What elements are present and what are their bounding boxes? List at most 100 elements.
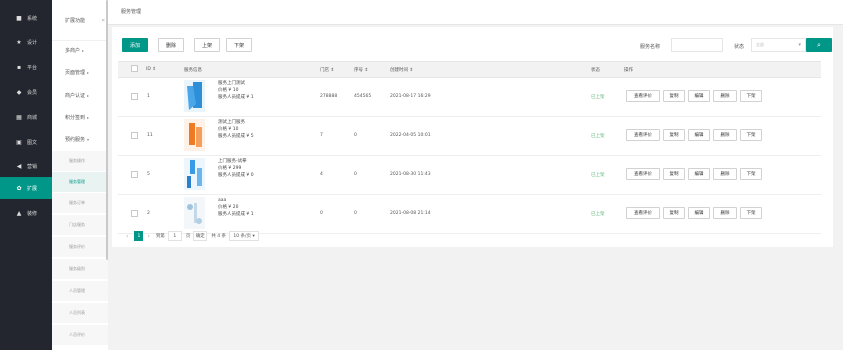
view-reviews-button[interactable]: 查看评价 <box>626 90 660 102</box>
sub-child-service-level[interactable]: 服务级别 <box>52 259 108 279</box>
unshelve-row-button[interactable]: 下架 <box>740 90 762 102</box>
row-created: 2021-08-08 21:14 <box>390 211 431 216</box>
service-info: 上门服务-试拳 价格 ¥ 299 服务人员提成 ¥ 0 <box>218 158 254 179</box>
service-info: 服务上门测试 价格 ¥ 10 服务人员提成 ¥ 1 <box>218 80 254 101</box>
nav-item-article[interactable]: ▣ 图文 <box>0 131 52 153</box>
sub-item-label: 页面管理 <box>65 69 86 76</box>
edit-button[interactable]: 编辑 <box>688 207 710 219</box>
col-sort[interactable]: 序号 ⇕ <box>354 67 368 73</box>
page-1-button[interactable]: 1 <box>134 231 144 241</box>
system-icon: ■ <box>16 14 22 22</box>
table-row: 5 上门服务-试拳 价格 ¥ 299 服务人员提成 ¥ 0 4 0 2021-0… <box>118 155 821 195</box>
sub-child-staff-manage[interactable]: 人员管理 <box>52 281 108 301</box>
row-checkbox[interactable] <box>131 210 138 217</box>
service-name-label: 服务名称 <box>640 44 661 50</box>
next-page-icon[interactable]: › <box>147 233 149 240</box>
sub-child-staff-review[interactable]: 人员评价 <box>52 325 108 345</box>
service-commission: 服务人员提成 ¥ 0 <box>218 173 254 178</box>
delete-button[interactable]: 删除 <box>158 38 184 52</box>
row-sort: 0 <box>354 172 357 177</box>
row-checkbox[interactable] <box>131 171 138 178</box>
view-reviews-button[interactable]: 查看评价 <box>626 129 660 141</box>
sub-item-booking[interactable]: 预约服务 ▾ <box>52 130 108 148</box>
unshelve-row-button[interactable]: 下架 <box>740 129 762 141</box>
shelve-button[interactable]: 上架 <box>194 38 220 52</box>
edit-button[interactable]: 编辑 <box>688 168 710 180</box>
delete-row-button[interactable]: 删除 <box>713 168 737 180</box>
nav-item-platform[interactable]: ▪ 平台 <box>0 56 52 78</box>
nav-item-member[interactable]: ◆ 会员 <box>0 81 52 103</box>
col-sales[interactable]: 门店 ⇕ <box>320 67 334 73</box>
member-icon: ◆ <box>16 88 22 96</box>
goto-confirm-button[interactable]: 确定 <box>193 231 208 241</box>
col-created[interactable]: 创建时间 ⇕ <box>390 67 413 73</box>
nav-label: 商城 <box>27 114 38 121</box>
add-button[interactable]: 添加 <box>122 38 148 52</box>
nav-item-design[interactable]: ★ 设计 <box>0 31 52 53</box>
col-id[interactable]: ID ⇕ <box>146 67 156 72</box>
sub-child-service-manage[interactable]: 服务管理 <box>52 172 108 192</box>
nav-label: 装修 <box>27 210 38 217</box>
sub-child-staff-list[interactable]: 人员列表 <box>52 303 108 323</box>
edit-button[interactable]: 编辑 <box>688 90 710 102</box>
unshelve-button[interactable]: 下架 <box>226 38 252 52</box>
nav-item-mall[interactable]: ▦ 商城 <box>0 106 52 128</box>
goto-label: 到第 <box>155 234 165 239</box>
status-badge: 已上架 <box>591 95 605 100</box>
search-button[interactable]: ⌕ <box>806 38 832 52</box>
delete-row-button[interactable]: 删除 <box>713 207 737 219</box>
collapse-icon[interactable]: « <box>101 17 105 24</box>
status-filter-label: 状态 <box>734 44 745 50</box>
chevron-right-icon: ▸ <box>87 69 90 75</box>
sub-item-auth[interactable]: 商户认证 ▸ <box>52 86 108 104</box>
select-all-checkbox[interactable] <box>131 65 138 72</box>
sub-item-pages[interactable]: 页面管理 ▸ <box>52 63 108 81</box>
table-header: ID ⇕ 服务信息 门店 ⇕ 序号 ⇕ 创建时间 ⇕ 状态 操作 <box>118 61 821 78</box>
breadcrumb: 服务管理 <box>108 0 843 25</box>
delete-row-button[interactable]: 删除 <box>713 90 737 102</box>
row-checkbox[interactable] <box>131 93 138 100</box>
sub-menu-title: 扩展功能 <box>65 17 86 24</box>
sub-item-label: 多商户 <box>65 47 81 54</box>
copy-button[interactable]: 复制 <box>663 207 685 219</box>
sub-child-service-op[interactable]: 服务操作 <box>52 151 108 171</box>
sub-child-store-service[interactable]: 门店服务 <box>52 215 108 235</box>
row-checkbox[interactable] <box>131 132 138 139</box>
col-actions: 操作 <box>624 68 633 73</box>
copy-button[interactable]: 复制 <box>663 129 685 141</box>
sub-item-signin[interactable]: 积分签到 ▸ <box>52 108 108 126</box>
chevron-right-icon: ▸ <box>82 47 85 53</box>
row-sales: 4 <box>320 172 323 177</box>
copy-button[interactable]: 复制 <box>663 90 685 102</box>
view-reviews-button[interactable]: 查看评价 <box>626 168 660 180</box>
sub-child-label: 服务管理 <box>69 179 85 184</box>
delete-row-button[interactable]: 删除 <box>713 129 737 141</box>
sub-child-label: 服务评价 <box>69 244 85 249</box>
page-size-select[interactable]: 10 条/页 ▾ <box>229 231 260 241</box>
nav-item-system[interactable]: ■ 系统 <box>0 7 52 29</box>
nav-item-extend[interactable]: ✿ 扩展 <box>0 177 52 199</box>
nav-item-marketing[interactable]: ◀ 营销 <box>0 155 52 177</box>
service-commission: 服务人员提成 ¥ 1 <box>218 95 254 100</box>
edit-button[interactable]: 编辑 <box>688 129 710 141</box>
prev-page-icon[interactable]: ‹ <box>126 233 128 240</box>
row-sort: 454565 <box>354 94 372 99</box>
sub-item-merchant[interactable]: 多商户 ▸ <box>52 41 108 59</box>
table-row: 1 服务上门测试 价格 ¥ 10 服务人员提成 ¥ 1 278888 45456… <box>118 77 821 117</box>
unshelve-row-button[interactable]: 下架 <box>740 207 762 219</box>
service-commission: 服务人员提成 ¥ 5 <box>218 134 254 139</box>
nav-label: 扩展 <box>27 185 38 192</box>
unshelve-row-button[interactable]: 下架 <box>740 168 762 180</box>
sub-child-service-review[interactable]: 服务评价 <box>52 237 108 257</box>
row-created: 2022-04-05 10:01 <box>390 133 431 138</box>
sub-child-label: 人员管理 <box>69 288 85 293</box>
nav-item-decor[interactable]: ▲ 装修 <box>0 202 52 224</box>
copy-button[interactable]: 复制 <box>663 168 685 180</box>
goto-page-input[interactable]: 1 <box>167 231 182 241</box>
status-badge: 已上架 <box>591 173 605 178</box>
service-thumbnail <box>184 119 205 151</box>
service-name-input[interactable] <box>671 38 723 52</box>
view-reviews-button[interactable]: 查看评价 <box>626 207 660 219</box>
sub-child-service-order[interactable]: 服务订单 <box>52 193 108 213</box>
status-select[interactable]: 全部 ▾ <box>751 38 806 52</box>
